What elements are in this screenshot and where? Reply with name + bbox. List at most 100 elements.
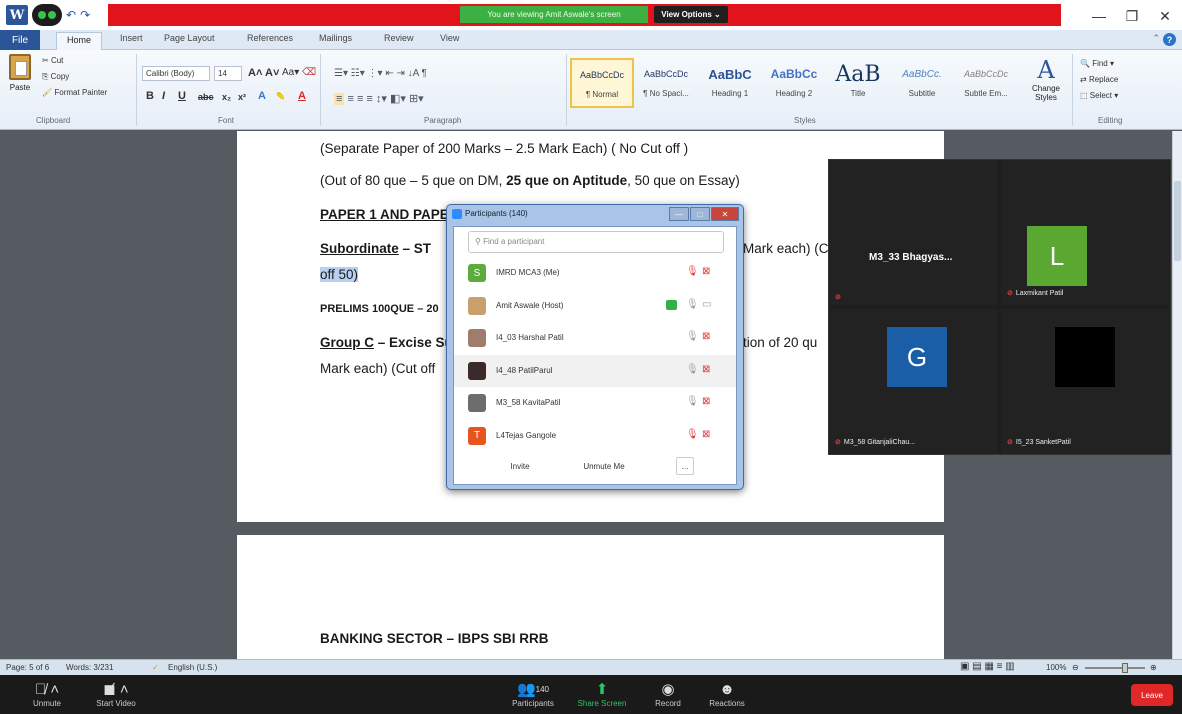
clear-format-icon[interactable]: ⌫ — [302, 67, 316, 78]
tab-view[interactable]: View — [440, 33, 459, 43]
bold-icon[interactable]: B — [146, 90, 154, 102]
text-effects-icon[interactable]: A — [258, 90, 266, 102]
zoom-level[interactable]: 100% — [1046, 663, 1066, 672]
view-buttons[interactable]: ▣ ▤ ▦ ≡ ▥ — [960, 661, 1015, 672]
collapse-ribbon-icon[interactable]: ⌃ — [1152, 33, 1160, 44]
tab-review[interactable]: Review — [384, 33, 414, 43]
participant-search-input[interactable]: ⚲ Find a participant — [468, 231, 724, 253]
mic-icon[interactable]: 🎙 — [686, 331, 699, 342]
tab-file[interactable]: File — [0, 30, 40, 50]
mic-icon[interactable]: 🎙 — [686, 429, 699, 440]
video-tile[interactable]: G ⊘ M3_58 GitanjaliChau... — [829, 309, 997, 454]
style-heading-2[interactable]: AaBbCc Heading 2 — [762, 58, 826, 108]
close-button[interactable]: ✕ — [1148, 6, 1182, 26]
change-case-icon[interactable]: Aa▾ — [282, 67, 299, 78]
paste-button[interactable]: Paste — [6, 54, 34, 110]
participants-button[interactable]: 👥 140 Participants — [506, 679, 560, 708]
video-gallery[interactable]: M3_33 Bhagyas... ⊘ L ⊘ Laxmikant Patil G … — [828, 159, 1171, 455]
scroll-thumb[interactable] — [1174, 181, 1181, 261]
view-options-button[interactable]: View Options ⌄ — [654, 6, 728, 23]
style-title[interactable]: AaB Title — [826, 58, 890, 108]
zoom-slider[interactable] — [1085, 667, 1145, 669]
help-icon[interactable]: ? — [1163, 33, 1176, 46]
camera-icon[interactable]: ⊠ — [702, 364, 710, 375]
participant-row[interactable]: I4_03 Harshal Patil 🎙 ⊠ — [454, 322, 736, 354]
start-video-button[interactable]: ◼̸ ˄ Start Video — [86, 679, 146, 708]
style-normal[interactable]: AaBbCcDc ¶ Normal — [570, 58, 634, 108]
underline-icon[interactable]: U — [178, 90, 186, 102]
cut-button[interactable]: ✂ Cut — [42, 56, 63, 65]
undo-icon[interactable]: ↶ — [66, 8, 76, 22]
style-subtitle[interactable]: AaBbCc. Subtitle — [890, 58, 954, 108]
document-page[interactable]: BANKING SECTOR – IBPS SBI RRB — [237, 535, 944, 659]
video-tile[interactable]: L ⊘ Laxmikant Patil — [1001, 160, 1169, 305]
participant-row[interactable]: M3_58 KavitaPatil 🎙 ⊠ — [454, 387, 736, 419]
style-no-spacing[interactable]: AaBbCcDc ¶ No Spaci... — [634, 58, 698, 108]
italic-icon[interactable]: I — [162, 90, 165, 102]
more-button[interactable]: ... — [676, 457, 694, 475]
replace-button[interactable]: ⇄ Replace — [1080, 72, 1118, 88]
video-tile[interactable]: ⊘ I5_23 SanketPatil — [1001, 309, 1169, 454]
participant-row[interactable]: Amit Aswale (Host) 🎙 ▭ — [454, 290, 736, 322]
zoom-app-icon[interactable] — [32, 4, 62, 26]
style-heading-1[interactable]: AaBbC Heading 1 — [698, 58, 762, 108]
grow-font-icon[interactable]: A˄ A˅ — [248, 67, 279, 79]
participant-row[interactable]: I4_48 PatilParul 🎙 ⊠ — [454, 354, 736, 387]
participants-window[interactable]: Participants (140) — □ ✕ ⚲ Find a partic… — [446, 204, 744, 490]
tab-page-layout[interactable]: Page Layout — [164, 33, 215, 43]
find-button[interactable]: 🔍 Find ▾ — [1080, 56, 1118, 72]
font-color-icon[interactable]: A — [298, 90, 306, 102]
unmute-me-button[interactable]: Unmute Me — [574, 457, 634, 475]
change-styles-button[interactable]: A Change Styles — [1026, 56, 1066, 102]
maximize-icon[interactable]: □ — [690, 207, 710, 221]
mic-icon[interactable]: 🎙 — [686, 364, 699, 375]
style-subtle-emphasis[interactable]: AaBbCcDc Subtle Em... — [954, 58, 1018, 108]
camera-icon[interactable]: ⊠ — [702, 266, 710, 277]
camera-icon[interactable]: ⊠ — [702, 396, 710, 407]
video-tile[interactable]: M3_33 Bhagyas... ⊘ — [829, 160, 997, 305]
zoom-slider-knob[interactable] — [1122, 663, 1128, 673]
camera-icon[interactable]: ▭ — [702, 299, 711, 310]
mic-icon[interactable]: 🎙 — [686, 396, 699, 407]
page-count[interactable]: Page: 5 of 6 — [6, 663, 49, 672]
invite-button[interactable]: Invite — [500, 457, 540, 475]
highlight-color-icon[interactable]: ✎ — [276, 90, 285, 103]
share-screen-button[interactable]: ⬆ Share Screen — [572, 679, 632, 708]
camera-icon[interactable]: ⊠ — [702, 429, 710, 440]
redo-icon[interactable]: ↷ — [80, 8, 90, 22]
proofing-icon[interactable]: ✓ — [152, 663, 159, 672]
tab-mailings[interactable]: Mailings — [319, 33, 352, 43]
vertical-scrollbar[interactable] — [1172, 131, 1182, 659]
subscript-icon[interactable]: x₂ — [222, 92, 231, 102]
select-button[interactable]: ⬚ Select ▾ — [1080, 88, 1118, 104]
camera-icon[interactable]: ⊠ — [702, 331, 710, 342]
word-count[interactable]: Words: 3/231 — [66, 663, 113, 672]
strikethrough-icon[interactable]: abc — [198, 92, 214, 102]
participant-row[interactable]: S IMRD MCA3 (Me) 🎙 ⊠ — [454, 257, 736, 289]
align-left-icon[interactable]: ≡ ≡ ≡ ≡ ↕▾ ◧▾ ⊞▾ — [334, 92, 424, 105]
restore-button[interactable]: ❐ — [1115, 6, 1149, 26]
record-button[interactable]: ◉ Record — [646, 679, 690, 708]
format-painter-button[interactable]: 🖌 Format Painter — [42, 88, 107, 97]
mic-icon[interactable]: 🎙 — [686, 299, 699, 310]
tab-insert[interactable]: Insert — [120, 33, 143, 43]
font-name-combo[interactable]: Calibri (Body) — [142, 66, 210, 81]
minimize-icon[interactable]: — — [669, 207, 689, 221]
minimize-button[interactable]: — — [1082, 6, 1116, 26]
leave-button[interactable]: Leave — [1131, 684, 1173, 706]
tab-references[interactable]: References — [247, 33, 293, 43]
language[interactable]: English (U.S.) — [168, 663, 217, 672]
font-size-combo[interactable]: 14 — [214, 66, 242, 81]
participants-titlebar[interactable]: Participants (140) — □ ✕ — [447, 205, 743, 225]
superscript-icon[interactable]: x² — [238, 92, 246, 102]
zoom-in-icon[interactable]: ⊕ — [1150, 663, 1157, 672]
copy-button[interactable]: ⎘ Copy — [42, 72, 69, 82]
bullets-icon[interactable]: ☰▾ ☷▾ ⋮▾ ⇤ ⇥ ↓A ¶ — [334, 68, 427, 79]
zoom-out-icon[interactable]: ⊖ — [1072, 663, 1079, 672]
unmute-button[interactable]: 🎙̸ ˄ Unmute — [22, 679, 72, 709]
participant-row[interactable]: T L4Tejas Gangole 🎙 ⊠ — [454, 420, 736, 452]
reactions-button[interactable]: ☻ Reactions — [702, 679, 752, 709]
close-icon[interactable]: ✕ — [711, 207, 739, 221]
tab-home[interactable]: Home — [56, 32, 103, 50]
mic-icon[interactable]: 🎙 — [686, 266, 699, 277]
